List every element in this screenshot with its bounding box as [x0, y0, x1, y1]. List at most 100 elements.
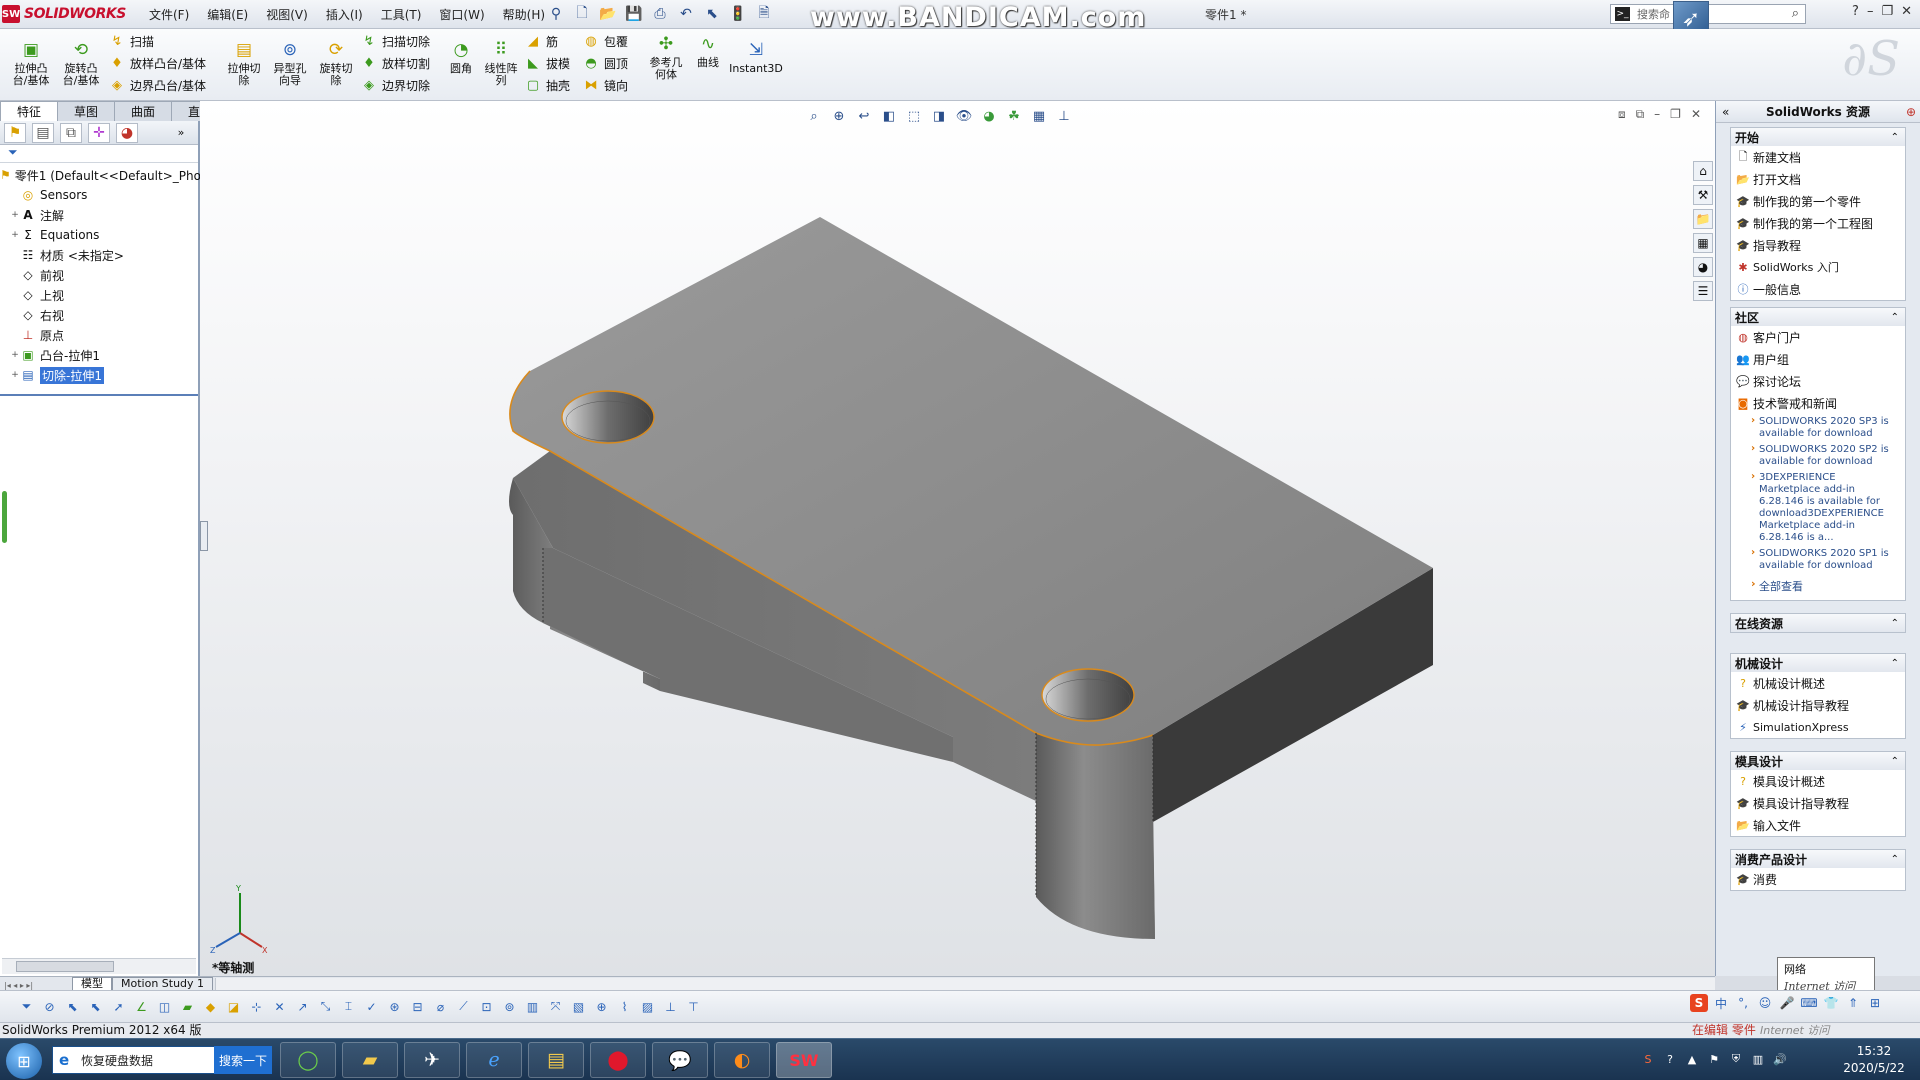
menu-tools[interactable]: 工具(T)	[372, 6, 431, 23]
section-header[interactable]: 模具设计 ⌃	[1731, 752, 1905, 770]
sogou-ime-icon[interactable]: S	[1690, 994, 1708, 1012]
tab-features[interactable]: 特征	[0, 101, 59, 121]
file-properties-icon[interactable]: 🗎	[753, 4, 775, 24]
tray-help-icon[interactable]: ?	[1662, 1051, 1678, 1067]
draft-button[interactable]: ◣ 拔模	[524, 53, 570, 73]
tree-item-material[interactable]: ☷ 材质 <未指定>	[0, 245, 198, 265]
ime-chinese-icon[interactable]: 中	[1712, 994, 1730, 1012]
collapse-chevron-icon[interactable]: ⌃	[1891, 756, 1899, 767]
pin-pane-icon[interactable]: ⊕	[1906, 105, 1916, 119]
boundary-cut-button[interactable]: ◈ 边界切除	[360, 75, 430, 95]
print-icon[interactable]: ⎙	[649, 4, 671, 24]
app-ie-icon[interactable]: ℯ	[466, 1042, 522, 1078]
revolve-cut-button[interactable]: ⟳ 旋转切 除	[314, 39, 358, 87]
filter-surface-finish-icon[interactable]: ✓	[363, 998, 380, 1016]
menu-file[interactable]: 文件(F)	[140, 6, 198, 23]
filter-gtol-icon[interactable]: ⌀	[432, 998, 449, 1016]
filter-clear-icon[interactable]: ⊘	[41, 998, 58, 1016]
windows-start-icon[interactable]: ⊞	[6, 1043, 42, 1079]
filter-balloons-icon[interactable]: ⊚	[501, 998, 518, 1016]
tray-flag-icon[interactable]: ⚑	[1706, 1051, 1722, 1067]
feature-tree-icon[interactable]: ⚑	[4, 122, 26, 143]
select-arrow-icon[interactable]: ⬉	[701, 4, 723, 24]
solidworks-logo[interactable]: SW SOLIDWORKS	[2, 3, 126, 25]
minimize-icon[interactable]: –	[1867, 4, 1874, 19]
link-tutorials[interactable]: 🎓 指导教程	[1731, 234, 1905, 256]
extrude-cut-button[interactable]: ▤ 拉伸切 除	[222, 39, 266, 87]
filter-weld-icon[interactable]: ⊛	[386, 998, 403, 1016]
curves-button[interactable]: ∿ 曲线	[692, 33, 724, 69]
news-item[interactable]: SOLIDWORKS 2020 SP3 is available for dow…	[1731, 414, 1905, 442]
app-explorer-icon[interactable]: ▤	[528, 1042, 584, 1078]
tree-expander[interactable]: +	[10, 350, 20, 360]
hole-wizard-button[interactable]: ⊚ 异型孔 向导	[268, 39, 312, 87]
link-first-drawing[interactable]: 🎓 制作我的第一个工程图	[1731, 212, 1905, 234]
filter-select-all-icon[interactable]: ⬉	[64, 998, 81, 1016]
tab-model[interactable]: 模型	[72, 977, 112, 990]
shell-button[interactable]: ▢ 抽壳	[524, 75, 570, 95]
link-mech-overview[interactable]: ? 机械设计概述	[1731, 672, 1905, 694]
wrap-button[interactable]: ◍ 包覆	[582, 31, 628, 51]
boundary-boss-button[interactable]: ◈ 边界凸台/基体	[108, 75, 206, 95]
filter-blocks-icon[interactable]: ▥	[524, 998, 541, 1016]
scrollbar-thumb[interactable]	[16, 961, 114, 972]
link-discussion-forum[interactable]: 💬 探讨论坛	[1731, 370, 1905, 392]
tab-surfaces[interactable]: 曲面	[114, 101, 173, 121]
dome-button[interactable]: ◓ 圆顶	[582, 53, 628, 73]
tray-sogou-icon[interactable]: S	[1640, 1051, 1656, 1067]
filter-routing-icon[interactable]: ⤧	[547, 998, 564, 1016]
display-manager-icon[interactable]: ◕	[116, 122, 138, 143]
expand-tabs-icon[interactable]: »	[170, 123, 192, 143]
restore-icon[interactable]: ❐	[1881, 4, 1893, 19]
sweep-button[interactable]: ↯ 扫描	[108, 31, 154, 51]
section-header[interactable]: 消费产品设计 ⌃	[1731, 850, 1905, 868]
news-item[interactable]: SOLIDWORKS 2020 SP1 is available for dow…	[1731, 546, 1905, 574]
view-palette-icon[interactable]: ▦	[1693, 233, 1713, 253]
filter-hole-callout-icon[interactable]: ⟋	[455, 998, 472, 1016]
tab-sketch[interactable]: 草图	[57, 101, 116, 121]
hole-2[interactable]	[1041, 668, 1135, 722]
home-icon[interactable]: ⌂	[1693, 161, 1713, 181]
link-customer-portal[interactable]: ◍ 客户门户	[1731, 326, 1905, 348]
link-import-file[interactable]: 📂 输入文件	[1731, 814, 1905, 836]
filter-points-icon[interactable]: ⊹	[248, 998, 265, 1016]
save-icon[interactable]: 💾	[623, 4, 645, 24]
open-folder-icon[interactable]: 📂	[597, 4, 619, 24]
collapse-chevron-icon[interactable]: ⌃	[1891, 854, 1899, 865]
pin-icon[interactable]: ⚲	[545, 4, 567, 24]
link-general-info[interactable]: ⓘ 一般信息	[1731, 278, 1905, 300]
section-header[interactable]: 机械设计 ⌃	[1731, 654, 1905, 672]
link-first-part[interactable]: 🎓 制作我的第一个零件	[1731, 190, 1905, 212]
ime-skin-icon[interactable]: 👕	[1822, 994, 1840, 1012]
part-right-rounded-end[interactable]	[1036, 733, 1155, 939]
see-all-link[interactable]: 全部查看	[1731, 574, 1905, 600]
filter-icon[interactable]: ⏷	[0, 145, 198, 163]
select-pointer-icon[interactable]: ➚	[110, 998, 127, 1016]
help-icon[interactable]: ?	[1852, 4, 1859, 19]
fillet-button[interactable]: ◔ 圆角	[446, 39, 476, 75]
lofted-cut-button[interactable]: ♦ 放样切割	[360, 53, 430, 73]
collapse-chevron-icon[interactable]: ⌃	[1891, 618, 1899, 629]
custom-properties-icon[interactable]: ☰	[1693, 281, 1713, 301]
tree-item-origin[interactable]: ⊥ 原点	[0, 325, 198, 345]
property-manager-icon[interactable]: ▤	[32, 122, 54, 143]
rollback-bar[interactable]	[0, 394, 198, 396]
rebuild-icon[interactable]: 🚦	[727, 4, 749, 24]
tray-volume-icon[interactable]: 🔊	[1772, 1051, 1788, 1067]
filter-toggle-icon[interactable]: ⏷	[18, 998, 35, 1016]
tab-motion-study[interactable]: Motion Study 1	[112, 977, 214, 990]
ime-grid-icon[interactable]: ⊞	[1866, 994, 1884, 1012]
link-mold-overview[interactable]: ? 模具设计概述	[1731, 770, 1905, 792]
tray-expand-icon[interactable]: ▲	[1684, 1051, 1700, 1067]
collapse-chevron-icon[interactable]: ⌃	[1891, 658, 1899, 669]
tray-shield-icon[interactable]: ⛨	[1728, 1051, 1744, 1067]
link-tech-alerts[interactable]: ◙ 技术警戒和新闻	[1731, 392, 1905, 414]
link-new-document[interactable]: 🗋 新建文档	[1731, 146, 1905, 168]
collapse-chevron-icon[interactable]: ⌃	[1891, 312, 1899, 323]
linear-pattern-button[interactable]: ⠿ 线性阵 列	[480, 39, 522, 87]
app-solidworks-icon[interactable]: SW	[776, 1042, 832, 1078]
taskbar-clock[interactable]: 15:32 2020/5/22	[1834, 1043, 1914, 1077]
part-model-3d[interactable]: Y X Z	[200, 101, 1715, 976]
filter-dimensions-icon[interactable]: ⤡	[317, 998, 334, 1016]
file-explorer-icon[interactable]: 📁	[1693, 209, 1713, 229]
